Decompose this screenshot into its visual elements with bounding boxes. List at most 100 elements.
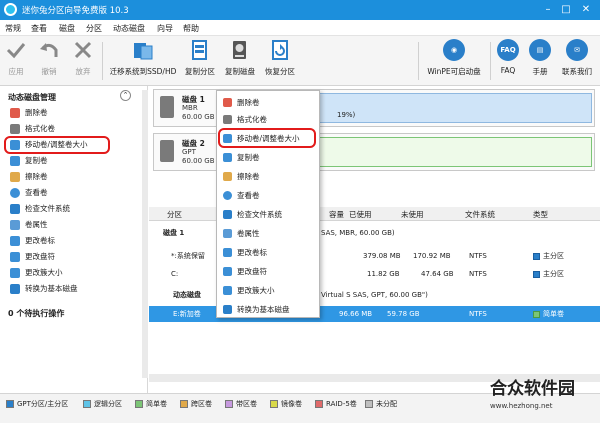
cell-partition: C:	[171, 270, 179, 278]
undo-arrow-icon	[40, 43, 58, 57]
copy-partition-button[interactable]: 复制分区	[182, 39, 218, 77]
winpe-label: WinPE可启动盘	[427, 67, 481, 76]
ctx-convert-basic[interactable]: 转换为基本磁盘	[221, 301, 317, 318]
sidebar-item-change-letter[interactable]: 更改盘符	[10, 250, 140, 264]
sidebar-item-change-cluster[interactable]: 更改簇大小	[10, 266, 140, 280]
ctx-label: 擦除卷	[237, 172, 260, 181]
legend-label: 未分配	[376, 400, 397, 408]
ctx-label: 格式化卷	[237, 115, 267, 124]
col-filesystem[interactable]: 文件系统	[465, 209, 495, 220]
cell-type: 简单卷	[533, 306, 564, 322]
winpe-bootable-button[interactable]: ◉ WinPE可启动盘	[424, 39, 484, 77]
collapse-chevron-icon[interactable]: ⌃	[120, 90, 131, 101]
sidebar-item-delete-volume[interactable]: 删除卷	[10, 106, 140, 120]
sidebar-item-format-volume[interactable]: 格式化卷	[10, 122, 140, 136]
sidebar-item-properties[interactable]: 卷属性	[10, 218, 140, 232]
col-type[interactable]: 类型	[533, 209, 548, 220]
minimize-button[interactable]: –	[540, 2, 556, 17]
discard-button[interactable]: 放弃	[70, 39, 96, 77]
legend-raid5: RAID-5卷	[315, 399, 357, 409]
sidebar-item-change-label[interactable]: 更改卷标	[10, 234, 140, 248]
copy-partition-label: 复制分区	[185, 67, 215, 76]
sidebar-scrollbar[interactable]	[142, 90, 148, 378]
col-capacity[interactable]: 容量	[329, 209, 344, 220]
title-bar: 迷你兔分区向导免费版 10.3 – □ ✕	[0, 0, 600, 20]
ctx-label: 转换为基本磁盘	[237, 305, 290, 314]
apply-button[interactable]: 应用	[4, 39, 28, 77]
close-button[interactable]: ✕	[578, 2, 594, 17]
cell-unused: 170.92 MB	[413, 252, 451, 260]
manual-label: 手册	[532, 67, 548, 76]
disk-size: 60.00 GB	[182, 113, 215, 121]
wipe-icon	[223, 172, 232, 181]
label-icon	[10, 236, 20, 246]
maximize-button[interactable]: □	[558, 2, 574, 17]
cell-used: 96.66 MB	[339, 310, 373, 318]
format-icon	[223, 115, 232, 124]
disk-icon	[160, 96, 174, 118]
drive-letter-icon	[10, 252, 20, 262]
copy-partition-icon	[192, 40, 207, 60]
ctx-copy-volume[interactable]: 复制卷	[221, 149, 317, 166]
app-title: 迷你兔分区向导免费版 10.3	[22, 6, 129, 16]
ctx-label: 卷属性	[237, 229, 260, 238]
cell-type-text: 主分区	[543, 270, 564, 278]
legend-gpt-primary: GPT分区/主分区	[6, 399, 68, 409]
undo-button[interactable]: 撤销	[36, 39, 62, 77]
sidebar-item-wipe-volume[interactable]: 擦除卷	[10, 170, 140, 184]
menu-wizard[interactable]: 向导	[157, 23, 173, 34]
ctx-wipe-volume[interactable]: 擦除卷	[221, 168, 317, 185]
menu-partition[interactable]: 分区	[86, 23, 102, 34]
pending-operations: 0 个待执行操作	[8, 309, 65, 318]
ctx-explore-volume[interactable]: 查看卷	[221, 187, 317, 204]
sidebar-item-explore-volume[interactable]: 查看卷	[10, 186, 140, 200]
ctx-label: 更改卷标	[237, 248, 267, 257]
ctx-label: 复制卷	[237, 153, 260, 162]
legend-label: 镜像卷	[281, 400, 302, 408]
ctx-delete-volume[interactable]: 删除卷	[221, 94, 317, 111]
copy-disk-icon	[233, 41, 246, 59]
legend-mirrored: 镜像卷	[270, 399, 302, 409]
ctx-change-letter[interactable]: 更改盘符	[221, 263, 317, 280]
sidebar-item-check-fs[interactable]: 检查文件系统	[10, 202, 140, 216]
col-unused[interactable]: 未使用	[401, 209, 424, 220]
ctx-check-fs[interactable]: 检查文件系统	[221, 206, 317, 223]
ctx-properties[interactable]: 卷属性	[221, 225, 317, 242]
menu-disk[interactable]: 磁盘	[59, 23, 75, 34]
menu-view[interactable]: 查看	[31, 23, 47, 34]
recover-partition-button[interactable]: 恢复分区	[262, 39, 298, 77]
delete-icon	[10, 108, 20, 118]
disk-type: GPT	[182, 148, 196, 156]
cell-type: 主分区	[533, 266, 564, 282]
discard-x-icon	[74, 41, 92, 59]
manual-button[interactable]: ▤ 手册	[528, 39, 552, 77]
sidebar-item-convert-basic[interactable]: 转换为基本磁盘	[10, 282, 140, 296]
toolbar: 应用 撤销 放弃 迁移系统到SSD/HD 复制分区 复制磁盘 恢复分区 ◉ Wi…	[0, 36, 600, 86]
ctx-change-cluster[interactable]: 更改簇大小	[221, 282, 317, 299]
menu-general[interactable]: 常规	[5, 23, 21, 34]
drive-letter-icon	[223, 267, 232, 276]
sidebar-item-label: 转换为基本磁盘	[25, 284, 78, 293]
sidebar-item-label: 复制卷	[25, 156, 48, 165]
contact-us-button[interactable]: ✉ 联系我们	[558, 39, 596, 77]
faq-button[interactable]: FAQ FAQ	[496, 39, 520, 75]
legend-label: 简单卷	[146, 400, 167, 408]
menu-help[interactable]: 帮助	[183, 23, 199, 34]
col-partition[interactable]: 分区	[167, 209, 182, 220]
properties-icon	[223, 229, 232, 238]
brand-url: www.hezhong.net	[490, 402, 553, 410]
migrate-os-button[interactable]: 迁移系统到SSD/HD	[108, 39, 178, 77]
faq-icon: FAQ	[497, 39, 519, 61]
legend-swatch	[365, 400, 373, 408]
copy-disk-button[interactable]: 复制磁盘	[222, 39, 258, 77]
legend-label: 跨区卷	[191, 400, 212, 408]
col-used[interactable]: 已使用	[349, 209, 372, 220]
label-icon	[223, 248, 232, 257]
menu-dynamic-disk[interactable]: 动态磁盘	[113, 23, 145, 34]
ctx-change-label[interactable]: 更改卷标	[221, 244, 317, 261]
ctx-format-volume[interactable]: 格式化卷	[221, 111, 317, 128]
sidebar-item-label: 检查文件系统	[25, 204, 70, 213]
sidebar-item-label: 格式化卷	[25, 124, 55, 133]
recover-partition-icon	[272, 40, 288, 60]
sidebar-item-copy-volume[interactable]: 复制卷	[10, 154, 140, 168]
